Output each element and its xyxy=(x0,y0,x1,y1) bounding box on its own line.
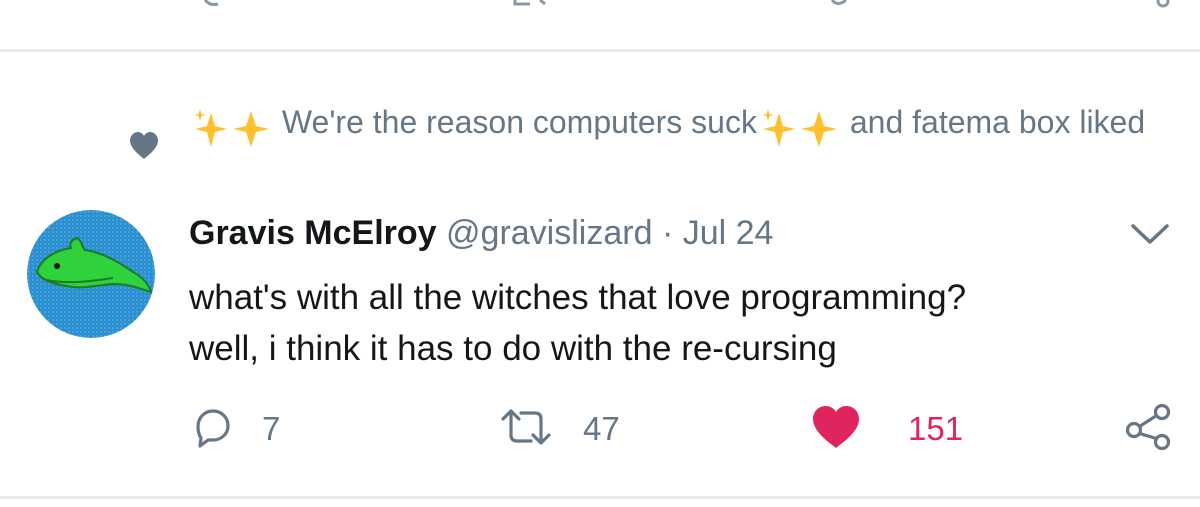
tweet-header: Gravis McElroy @gravislizard · Jul 24 xyxy=(189,210,773,256)
social-context: We're the reason computers suck and fate… xyxy=(189,96,1179,152)
like-count: 151 xyxy=(908,410,964,447)
reply-icon xyxy=(190,405,234,454)
reply-count: 7 xyxy=(262,410,281,447)
timeline: We're the reason computers suck and fate… xyxy=(0,0,1200,507)
display-name[interactable]: Gravis McElroy xyxy=(189,214,437,252)
tweet-divider-top xyxy=(0,49,1200,52)
tweet-text: what's with all the witches that love pr… xyxy=(189,272,1149,374)
retweet-button[interactable]: 47 xyxy=(497,404,620,454)
previous-tweet-actions xyxy=(0,0,1200,20)
share-icon xyxy=(1124,403,1172,456)
tweet-text-line: well, i think it has to do with the re-c… xyxy=(189,329,837,368)
chevron-down-icon[interactable] xyxy=(1129,218,1171,248)
previous-tweet-icons xyxy=(203,0,1170,8)
header-separator: · xyxy=(661,214,674,252)
tweet-date[interactable]: Jul 24 xyxy=(683,214,774,252)
like-icon xyxy=(810,404,862,455)
avatar[interactable] xyxy=(27,210,155,338)
reply-button[interactable]: 7 xyxy=(190,404,280,454)
user-handle[interactable]: @gravislizard xyxy=(446,214,652,252)
retweet-count: 47 xyxy=(583,410,620,447)
retweet-icon xyxy=(497,405,555,454)
heart-icon xyxy=(128,130,160,162)
share-button[interactable] xyxy=(1124,403,1172,456)
liker-one-link[interactable]: We're the reason computers suck xyxy=(282,104,757,140)
sparkles-icon xyxy=(757,100,841,152)
social-context-connector: and fatema box xyxy=(849,104,1071,140)
like-button[interactable]: 151 xyxy=(810,404,963,454)
social-context-action: liked xyxy=(1079,104,1146,140)
sparkles-icon xyxy=(189,100,273,152)
tweet-divider-bottom xyxy=(0,496,1200,499)
tweet-text-line: what's with all the witches that love pr… xyxy=(189,278,967,317)
